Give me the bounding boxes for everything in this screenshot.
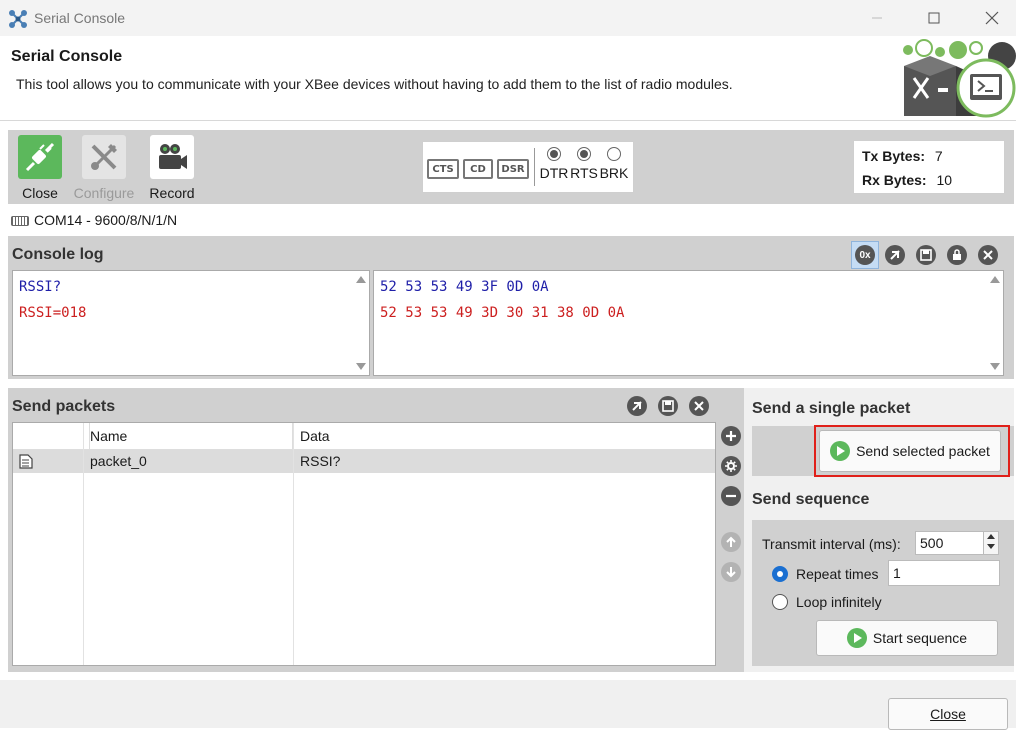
port-settings: COM14 - 9600/8/N/1/N [34, 212, 178, 228]
start-sequence-label: Start sequence [872, 630, 968, 646]
title-bar: Serial Console [0, 0, 1016, 36]
packet-file-icon [19, 454, 33, 472]
app-icon [8, 9, 28, 29]
maximize-button[interactable] [905, 0, 963, 36]
rx-bytes-row: Rx Bytes: 10 [862, 172, 952, 188]
move-down-button[interactable] [721, 562, 741, 582]
send-packets-title: Send packets [12, 398, 116, 415]
sequence-box: Transmit interval (ms): 500 Repeat times… [752, 520, 1014, 666]
interval-input[interactable]: 500 [915, 531, 985, 555]
rts-toggle[interactable]: RTS [569, 147, 599, 181]
column-header-name[interactable]: Name [84, 423, 293, 449]
brk-toggle[interactable]: BRK [599, 147, 629, 181]
play-icon [830, 441, 851, 461]
camera-icon [150, 135, 194, 179]
hex-line: 52 53 53 49 3D 30 31 38 0D 0A [380, 305, 625, 321]
hex-toggle-button[interactable]: 0x [851, 241, 879, 269]
play-icon [846, 628, 867, 648]
window-close-button[interactable] [963, 0, 1016, 36]
interval-spinner[interactable] [983, 531, 999, 555]
column-header-data[interactable]: Data [294, 423, 710, 449]
close-connection-button[interactable]: Close [8, 134, 72, 202]
send-selected-label: Send selected packet [856, 443, 990, 459]
configure-button[interactable]: Configure [72, 134, 136, 202]
port-info: COM14 - 9600/8/N/1/N [11, 212, 177, 228]
save-packets-icon[interactable] [658, 396, 678, 416]
ascii-console[interactable]: RSSI? RSSI=018 [12, 270, 370, 376]
clear-console-icon[interactable] [885, 245, 905, 265]
dtr-label: DTR [539, 165, 569, 181]
save-console-icon[interactable] [916, 245, 936, 265]
footer: Close [0, 680, 1016, 730]
hex-scrollbar[interactable] [987, 271, 1003, 375]
window-title: Serial Console [34, 10, 126, 26]
edit-packet-gear-icon[interactable] [721, 456, 741, 476]
column-header[interactable] [13, 423, 90, 449]
dialog-close-label: Close [930, 706, 966, 722]
minimize-button[interactable] [848, 0, 906, 36]
send-sequence-title: Send sequence [752, 491, 870, 508]
send-selected-packet-button[interactable]: Send selected packet [819, 430, 1001, 472]
lock-icon[interactable] [947, 245, 967, 265]
clear-packets-icon[interactable] [627, 396, 647, 416]
console-log-title: Console log [12, 246, 104, 263]
dtr-toggle[interactable]: DTR [539, 147, 569, 181]
interval-label: Transmit interval (ms): [762, 536, 901, 552]
hex-line: 52 53 53 49 3F 0D 0A [380, 279, 549, 295]
table-row[interactable]: packet_0 RSSI? [13, 450, 715, 473]
single-packet-section: Send a single packet Send selected packe… [744, 388, 1014, 672]
dialog-close-button[interactable]: Close [888, 698, 1008, 730]
move-up-button[interactable] [721, 532, 741, 552]
dsr-indicator: DSR [497, 159, 529, 179]
divider [534, 148, 535, 186]
packets-table: Name Data packet_0 RSSI? [12, 422, 716, 666]
ascii-scrollbar[interactable] [353, 271, 369, 375]
send-single-packet-title: Send a single packet [752, 400, 911, 417]
close-console-icon[interactable] [978, 245, 998, 265]
rx-bytes-label: Rx Bytes: [862, 172, 927, 188]
tx-bytes-value: 7 [934, 148, 943, 164]
record-button[interactable]: Record [140, 134, 204, 202]
remove-packet-button[interactable] [721, 486, 741, 506]
rts-label: RTS [570, 165, 598, 181]
toolbar: Close Configure Record CTS CD DSR DTR RT… [8, 130, 1014, 204]
hex-console[interactable]: 52 53 53 49 3F 0D 0A 52 53 53 49 3D 30 3… [373, 270, 1004, 376]
column-divider [293, 423, 294, 665]
cd-indicator: CD [463, 159, 493, 179]
loop-infinitely-label: Loop infinitely [796, 594, 882, 610]
repeat-times-radio[interactable] [772, 566, 788, 582]
record-label: Record [149, 185, 195, 201]
tools-icon [82, 135, 126, 179]
serial-port-icon [11, 216, 29, 227]
hex-icon: 0x [855, 245, 875, 265]
page-title: Serial Console [11, 48, 123, 65]
column-divider [83, 423, 84, 665]
brk-label: BRK [599, 165, 629, 181]
ascii-line: RSSI? [19, 279, 62, 295]
rx-bytes-value: 10 [936, 172, 953, 188]
ascii-line: RSSI=018 [19, 305, 87, 321]
serial-console-logo-icon [898, 38, 1016, 118]
packet-name: packet_0 [90, 453, 147, 469]
header: Serial Console This tool allows you to c… [0, 36, 1016, 121]
send-packets-panel: Send packets Name Data packet_0 RSSI? [8, 388, 744, 672]
cts-indicator: CTS [427, 159, 459, 179]
configure-label: Configure [73, 185, 135, 201]
console-log-panel: Console log 0x RSSI? RSSI=018 52 53 53 4… [8, 236, 1014, 379]
line-status-panel: CTS CD DSR DTR RTS BRK [422, 141, 634, 193]
repeat-times-input[interactable]: 1 [888, 560, 1000, 586]
repeat-times-label: Repeat times [796, 566, 879, 582]
tx-bytes-label: Tx Bytes: [862, 148, 926, 164]
add-packet-button[interactable] [721, 426, 741, 446]
close-label: Close [22, 185, 58, 201]
plug-icon [18, 135, 62, 179]
byte-counters: Tx Bytes: 7 Rx Bytes: 10 [853, 140, 1005, 194]
tx-bytes-row: Tx Bytes: 7 [862, 148, 943, 164]
loop-infinitely-radio[interactable] [772, 594, 788, 610]
start-sequence-button[interactable]: Start sequence [816, 620, 998, 656]
close-packets-icon[interactable] [689, 396, 709, 416]
page-description: This tool allows you to communicate with… [16, 76, 733, 92]
packet-data: RSSI? [300, 453, 341, 469]
